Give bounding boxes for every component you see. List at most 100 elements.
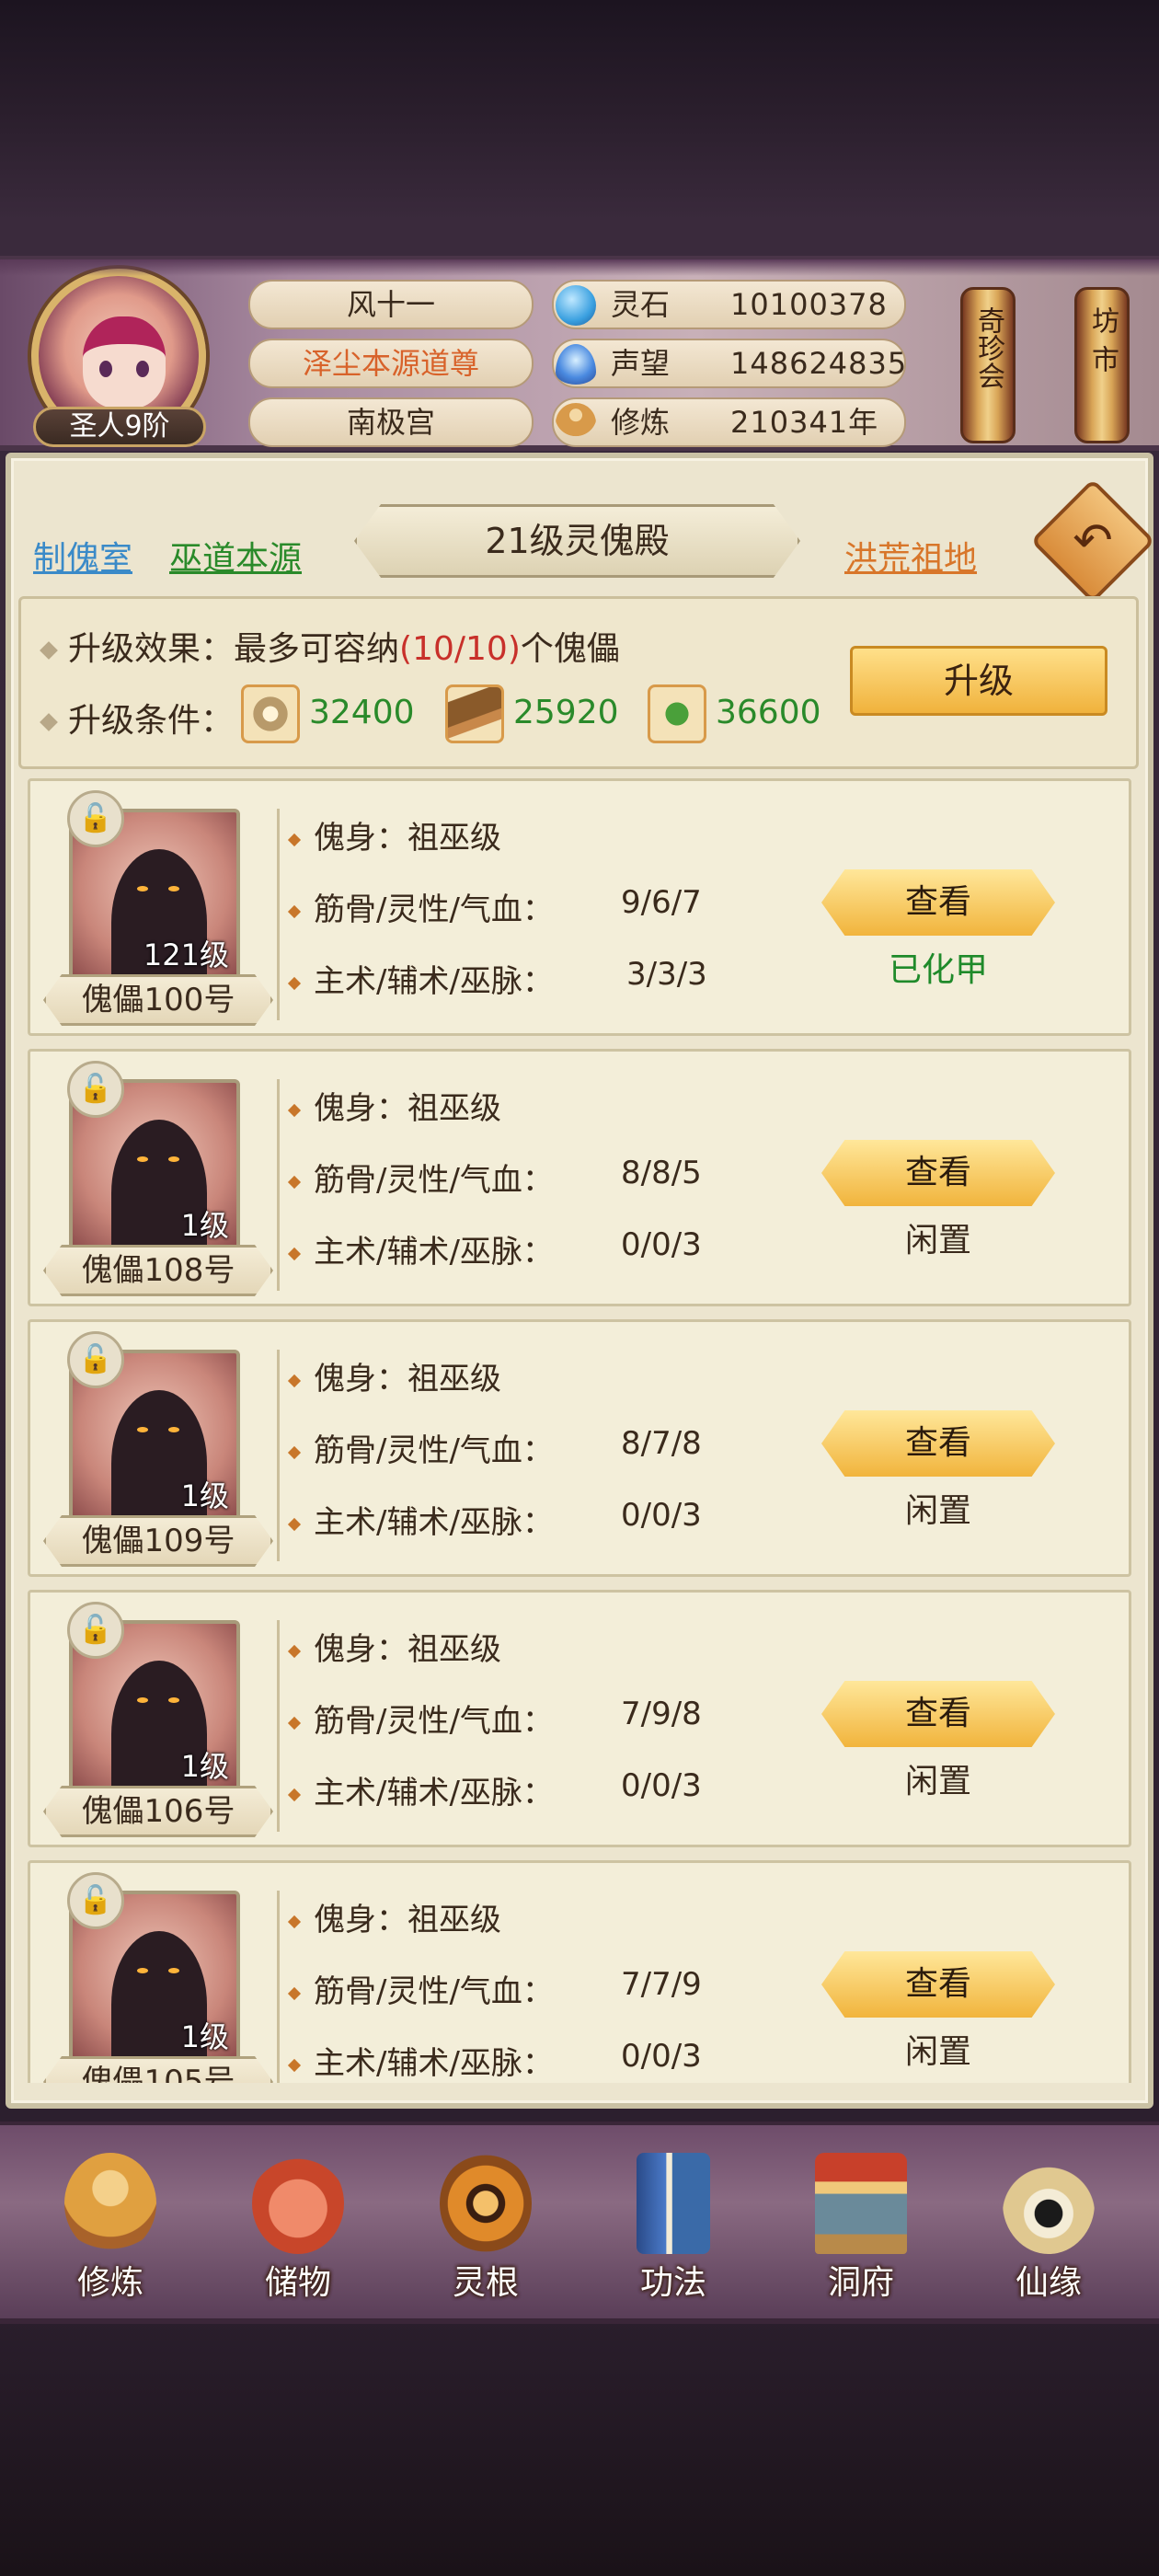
body-row: 傀身：祖巫级 xyxy=(287,812,501,857)
puppet-card: 1级 🔓 傀儡109号 傀身：祖巫级 筋骨/灵性/气血： 8/7/8 主术/辅术… xyxy=(28,1319,1131,1577)
puppet-status: 闲置 xyxy=(904,1222,971,1259)
card-divider xyxy=(277,809,280,1020)
witch-origin-link[interactable]: 巫道本源 xyxy=(169,532,302,580)
skills-value: 0/0/3 xyxy=(621,1226,702,1263)
body-row: 傀身：祖巫级 xyxy=(287,1083,501,1128)
player-sect: 南极宫 xyxy=(248,397,534,447)
lock-icon[interactable]: 🔓 xyxy=(67,790,124,847)
view-button[interactable]: 查看 xyxy=(821,869,1055,936)
diamond-bullet-icon xyxy=(40,641,58,660)
puppet-status: 闲置 xyxy=(904,2033,971,2071)
body-row: 傀身：祖巫级 xyxy=(287,1353,501,1398)
nav-cave-mansion-button[interactable]: 洞府 xyxy=(797,2153,925,2309)
bullet-icon xyxy=(287,1644,302,1658)
meditating-figure-icon xyxy=(556,403,596,443)
nav-fate-button[interactable]: 仙缘 xyxy=(984,2153,1113,2309)
puppet-name: 傀儡100号 xyxy=(43,974,273,1026)
puppet-level: 1级 xyxy=(180,2019,229,2054)
puppet-status: 已化甲 xyxy=(888,951,988,989)
skills-row: 主术/辅术/巫脉： xyxy=(287,2038,554,2083)
body-value: 祖巫级 xyxy=(407,820,501,857)
avatar-eye xyxy=(136,361,149,377)
body-value: 祖巫级 xyxy=(407,1902,501,1938)
resource-label: 修炼 xyxy=(611,405,671,440)
gourd-yinyang-icon xyxy=(1003,2153,1095,2254)
stats-value: 8/8/5 xyxy=(621,1155,702,1191)
bullet-icon xyxy=(287,2058,302,2072)
bullet-icon xyxy=(287,1103,302,1117)
nav-storage-button[interactable]: 储物 xyxy=(234,2153,362,2309)
lantern-label: 坊市 xyxy=(1086,306,1119,384)
resource-label: 声望 xyxy=(611,346,671,381)
puppet-eye xyxy=(168,1427,179,1432)
puppet-card: 1级 🔓 傀儡105号 傀身：祖巫级 筋骨/灵性/气血： 7/7/9 主术/辅术… xyxy=(28,1860,1131,2083)
nav-cultivation-button[interactable]: 修炼 xyxy=(46,2153,175,2309)
skills-label: 主术/辅术/巫脉： xyxy=(314,963,554,1000)
treasure-auction-lantern-button[interactable]: 奇珍会 xyxy=(960,287,1016,443)
stats-label: 筋骨/灵性/气血： xyxy=(314,1432,554,1469)
spirit-stone-icon xyxy=(556,285,596,326)
view-button[interactable]: 查看 xyxy=(821,1410,1055,1477)
lock-icon[interactable]: 🔓 xyxy=(67,1061,124,1118)
stats-value: 7/9/8 xyxy=(621,1696,702,1732)
puppet-level: 1级 xyxy=(180,1749,229,1784)
upgrade-button[interactable]: 升级 xyxy=(850,646,1107,716)
skills-label: 主术/辅术/巫脉： xyxy=(314,1504,554,1541)
body-label: 傀身： xyxy=(314,1361,407,1397)
bullet-icon xyxy=(287,1915,302,1928)
upgrade-condition-label: 升级条件： xyxy=(68,702,235,740)
stats-row: 筋骨/灵性/气血： xyxy=(287,1966,554,2011)
stats-label: 筋骨/灵性/气血： xyxy=(314,891,554,928)
skills-row: 主术/辅术/巫脉： xyxy=(287,1767,554,1812)
stats-row: 筋骨/灵性/气血： xyxy=(287,884,554,929)
card-divider xyxy=(277,1891,280,2083)
nav-spirit-root-button[interactable]: 灵根 xyxy=(421,2153,550,2309)
view-button[interactable]: 查看 xyxy=(821,1140,1055,1206)
cave-mansion-icon xyxy=(815,2153,907,2254)
upgrade-effect-line: 升级效果：最多可容纳(10/10)个傀儡 xyxy=(40,622,620,670)
lock-icon[interactable]: 🔓 xyxy=(67,1872,124,1929)
primordial-land-link[interactable]: 洪荒祖地 xyxy=(844,532,977,580)
puppet-eye xyxy=(168,886,179,891)
upgrade-effect-prefix: 最多可容纳 xyxy=(234,630,400,668)
prestige-crystal-icon xyxy=(556,344,596,385)
player-title[interactable]: 泽尘本源道尊 xyxy=(248,339,534,388)
card-divider xyxy=(277,1350,280,1561)
puppet-list[interactable]: 121级 🔓 傀儡100号 傀身：祖巫级 筋骨/灵性/气血： 9/6/7 主术/… xyxy=(22,778,1137,2083)
card-divider xyxy=(277,1079,280,1291)
body-row: 傀身：祖巫级 xyxy=(287,1624,501,1669)
puppet-eye xyxy=(168,1697,179,1703)
stats-label: 筋骨/灵性/气血： xyxy=(314,1162,554,1199)
timber-icon xyxy=(445,684,504,743)
lock-icon[interactable]: 🔓 xyxy=(67,1602,124,1659)
skills-value: 3/3/3 xyxy=(626,956,707,993)
nav-technique-button[interactable]: 功法 xyxy=(609,2153,738,2309)
player-rank: 圣人9阶 xyxy=(33,407,206,447)
skills-value: 0/0/3 xyxy=(621,2038,702,2075)
view-button[interactable]: 查看 xyxy=(821,1681,1055,1747)
body-row: 傀身：祖巫级 xyxy=(287,1894,501,1939)
skills-label: 主术/辅术/巫脉： xyxy=(314,1775,554,1811)
puppet-level: 1级 xyxy=(180,1478,229,1513)
bullet-icon xyxy=(287,1374,302,1387)
puppet-card: 121级 🔓 傀儡100号 傀身：祖巫级 筋骨/灵性/气血： 9/6/7 主术/… xyxy=(28,778,1131,1036)
diamond-bullet-icon xyxy=(40,713,58,731)
puppet-name: 傀儡108号 xyxy=(43,1245,273,1296)
bullet-icon xyxy=(287,1445,302,1459)
lock-icon[interactable]: 🔓 xyxy=(67,1331,124,1388)
avatar-eye xyxy=(99,361,112,377)
puppet-card: 1级 🔓 傀儡106号 傀身：祖巫级 筋骨/灵性/气血： 7/9/8 主术/辅术… xyxy=(28,1590,1131,1847)
body-value: 祖巫级 xyxy=(407,1361,501,1397)
stats-label: 筋骨/灵性/气血： xyxy=(314,1703,554,1740)
body-label: 傀身： xyxy=(314,1902,407,1938)
resource-label: 灵石 xyxy=(611,287,671,322)
puppet-eye xyxy=(168,1968,179,1973)
puppet-workshop-link[interactable]: 制傀室 xyxy=(33,532,132,580)
puppet-eye xyxy=(137,1697,148,1703)
market-lantern-button[interactable]: 坊市 xyxy=(1074,287,1130,443)
puppet-name: 傀儡106号 xyxy=(43,1786,273,1837)
stats-value: 8/7/8 xyxy=(621,1425,702,1462)
lantern-label: 奇珍会 xyxy=(972,306,1004,389)
material-value: 36600 xyxy=(716,694,821,731)
view-button[interactable]: 查看 xyxy=(821,1951,1055,2018)
